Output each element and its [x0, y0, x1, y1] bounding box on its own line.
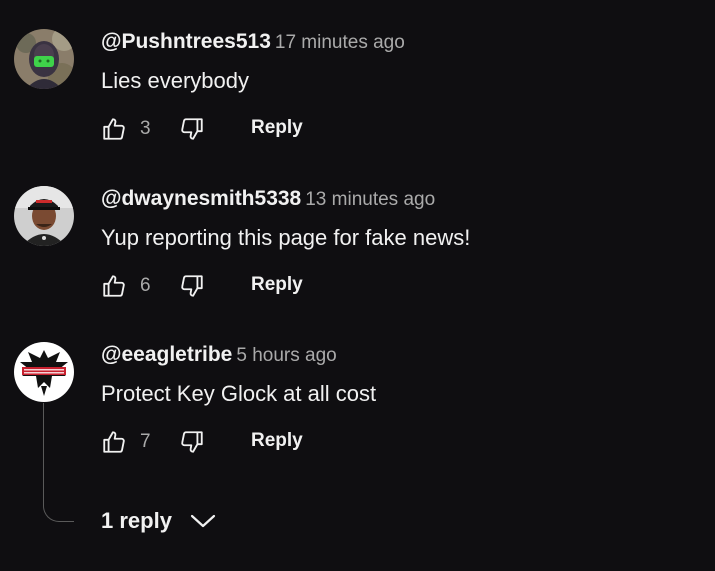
thumbs-down-icon[interactable]	[179, 429, 205, 455]
comments-section: @Pushntrees513 17 minutes ago Lies everyb…	[0, 0, 715, 571]
comment-text: Yup reporting this page for fake news!	[101, 225, 471, 250]
reply-button[interactable]: Reply	[251, 430, 303, 452]
like-count: 7	[140, 431, 151, 452]
comment-author[interactable]: @dwaynesmith5338	[101, 187, 301, 210]
comment-timestamp[interactable]: 5 hours ago	[236, 345, 336, 366]
comment-text: Protect Key Glock at all cost	[101, 381, 377, 406]
like-count: 3	[140, 118, 151, 139]
replies-count-label: 1 reply	[101, 508, 172, 533]
avatar[interactable]	[14, 29, 74, 89]
thumbs-down-icon[interactable]	[179, 273, 205, 299]
thumbs-down-icon[interactable]	[179, 116, 205, 142]
like-count: 6	[140, 275, 151, 296]
reply-button[interactable]: Reply	[251, 117, 303, 139]
reply-button[interactable]: Reply	[251, 274, 303, 296]
comment-timestamp[interactable]: 17 minutes ago	[275, 32, 405, 53]
comment-timestamp[interactable]: 13 minutes ago	[305, 189, 435, 210]
eagle-logo-avatar-image	[14, 342, 74, 402]
thumbs-up-icon[interactable]	[101, 429, 127, 455]
comment-author[interactable]: @Pushntrees513	[101, 30, 271, 53]
reply-thread-line	[43, 403, 74, 522]
avatar[interactable]	[14, 186, 74, 246]
view-replies-button[interactable]: 1 reply	[101, 508, 216, 534]
comment-header: @Pushntrees513 17 minutes ago	[101, 30, 405, 54]
avatar[interactable]	[14, 342, 74, 402]
man-with-cap-avatar-image	[14, 186, 74, 246]
masked-person-avatar-image	[14, 29, 74, 89]
comment-header: @eeagletribe 5 hours ago	[101, 343, 337, 367]
thumbs-up-icon[interactable]	[101, 116, 127, 142]
thumbs-up-icon[interactable]	[101, 273, 127, 299]
comment-text: Lies everybody	[101, 68, 249, 93]
chevron-down-icon	[191, 514, 216, 528]
comment-header: @dwaynesmith5338 13 minutes ago	[101, 187, 435, 211]
comment-author[interactable]: @eeagletribe	[101, 343, 232, 366]
